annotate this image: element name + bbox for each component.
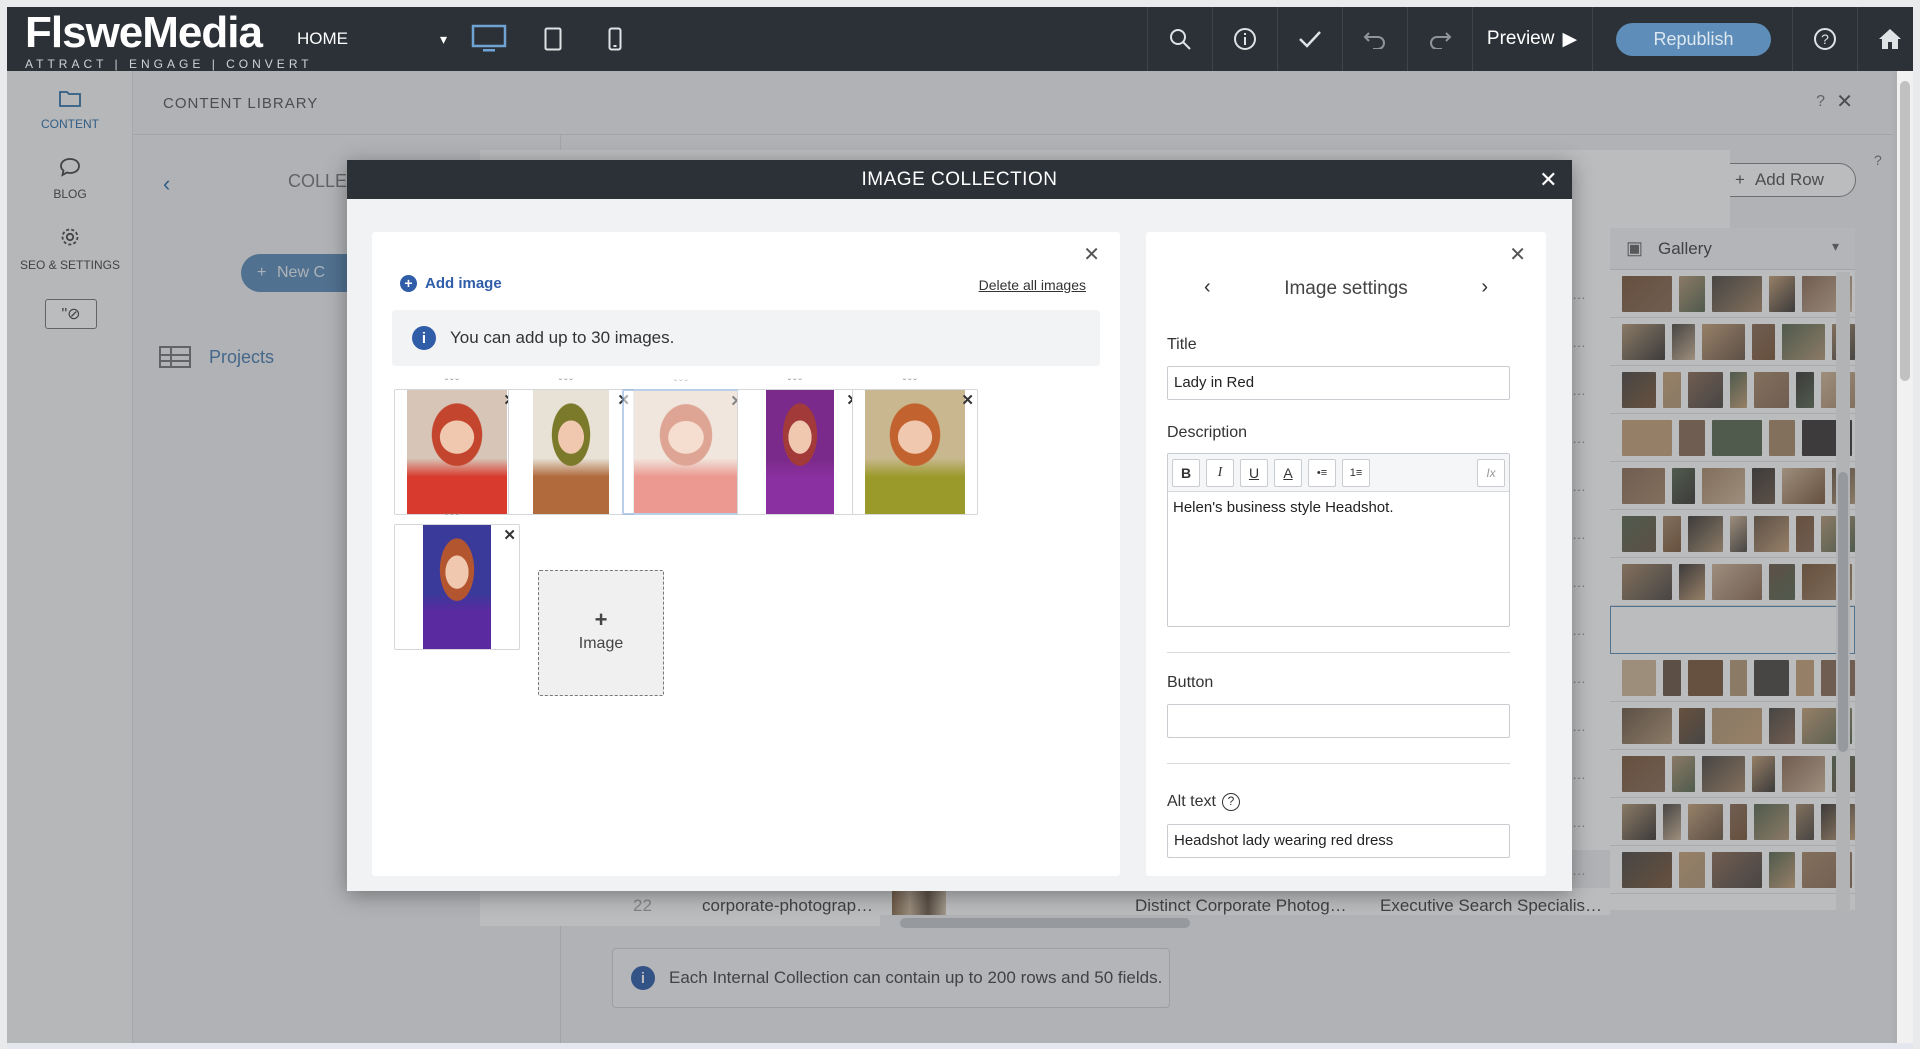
drag-handle-icon[interactable]: ˘˘˘ [559, 378, 575, 389]
image-thumbnail[interactable]: ✕˘˘˘ [394, 378, 520, 515]
description-editor[interactable]: B I U A •≡ 1≡ Ix Helen's business style … [1167, 453, 1510, 627]
drag-handle-icon[interactable]: ˘˘˘ [445, 513, 461, 524]
help-icon[interactable]: ? [1221, 793, 1240, 811]
image-limit-note: i You can add up to 30 images. [392, 310, 1100, 366]
clear-format-button[interactable]: Ix [1477, 459, 1505, 487]
chevron-down-icon: ▾ [439, 31, 447, 47]
undo-icon[interactable] [1343, 7, 1407, 71]
image-thumbnail[interactable]: ✕˘˘˘ [622, 379, 748, 515]
close-icon[interactable]: ✕ [1083, 242, 1100, 267]
text-color-button[interactable]: A [1274, 459, 1302, 487]
remove-image-icon[interactable]: ✕ [961, 391, 974, 409]
section-divider [1167, 652, 1510, 653]
plus-icon: + [594, 607, 608, 632]
underline-button[interactable]: U [1240, 459, 1268, 487]
alt-text-label: Alt text? [1167, 793, 1240, 811]
top-bar: FlsweMedia ATTRACT | ENGAGE | CONVERT HO… [7, 7, 1913, 71]
title-label: Title [1167, 336, 1197, 353]
button-label: Button [1167, 674, 1214, 691]
remove-image-icon[interactable]: ✕ [503, 526, 516, 544]
modal-title: IMAGE COLLECTION [861, 169, 1058, 190]
page-scrollbar[interactable] [1897, 71, 1913, 1043]
tablet-icon[interactable] [521, 7, 585, 71]
svg-text:?: ? [1821, 31, 1829, 47]
headshot-photo [766, 390, 834, 514]
image-thumbnail[interactable]: ✕ ˘˘˘ [852, 378, 978, 515]
headshot-photo [634, 391, 738, 513]
image-limit-text: You can add up to 30 images. [450, 328, 675, 347]
republish-button[interactable]: Republish [1616, 23, 1771, 56]
close-icon[interactable]: ✕ [1509, 242, 1526, 267]
drag-handle-icon[interactable]: ˘˘˘ [445, 378, 461, 389]
mobile-icon[interactable] [583, 7, 647, 71]
bold-button[interactable]: B [1172, 459, 1200, 487]
editor-toolbar: B I U A •≡ 1≡ Ix [1168, 454, 1509, 492]
plus-circle-icon: + [400, 275, 417, 292]
numbered-list-button[interactable]: 1≡ [1342, 459, 1370, 487]
italic-button[interactable]: I [1206, 459, 1234, 487]
preview-button[interactable]: Preview ▶ [1477, 7, 1587, 71]
logo-tagline: ATTRACT | ENGAGE | CONVERT [25, 57, 313, 71]
bullet-list-button[interactable]: •≡ [1308, 459, 1336, 487]
home-icon[interactable] [1858, 7, 1920, 71]
toolbar-divider [1592, 7, 1593, 71]
description-label: Description [1167, 424, 1248, 441]
headshot-photo [407, 390, 507, 514]
add-image-tile[interactable]: + Image [538, 570, 664, 696]
drag-handle-icon[interactable]: ˘˘˘ [674, 379, 690, 390]
image-thumbnail[interactable]: ✕ ˘˘˘ [394, 513, 520, 650]
toolbar-divider [1472, 7, 1473, 71]
page-select-value: HOME [297, 29, 348, 48]
drag-handle-icon[interactable]: ˘˘˘ [788, 378, 804, 389]
play-icon: ▶ [1562, 28, 1578, 50]
preview-label: Preview [1486, 28, 1555, 49]
info-icon: i [412, 326, 436, 350]
logo-name: FlsweMedia [25, 8, 263, 57]
logo[interactable]: FlsweMedia ATTRACT | ENGAGE | CONVERT [25, 8, 313, 72]
desktop-icon[interactable] [457, 7, 521, 71]
image-list-card: ✕ + Add image Delete all images i You ca… [372, 232, 1120, 876]
add-image-link[interactable]: + Add image [400, 275, 502, 292]
page-select[interactable]: HOME ▾ [297, 25, 447, 53]
modal-header: IMAGE COLLECTION ✕ [347, 160, 1572, 199]
section-divider [1167, 763, 1510, 764]
button-input[interactable] [1167, 704, 1510, 738]
chevron-right-icon[interactable]: › [1481, 276, 1488, 299]
info-icon[interactable] [1213, 7, 1277, 71]
check-icon[interactable] [1278, 7, 1342, 71]
image-collection-modal: IMAGE COLLECTION ✕ ✕ + Add image Delete … [347, 160, 1572, 891]
add-image-tile-label: Image [578, 635, 624, 652]
title-input[interactable]: Lady in Red [1167, 366, 1510, 400]
close-icon[interactable]: ✕ [1539, 160, 1558, 199]
image-thumbnail[interactable]: ✕˘˘˘ [508, 378, 634, 515]
headshot-photo [423, 525, 491, 649]
drag-handle-icon[interactable]: ˘˘˘ [903, 378, 919, 389]
search-icon[interactable] [1148, 7, 1212, 71]
image-thumbnail[interactable]: ✕˘˘˘ [737, 378, 863, 515]
headshot-photo [533, 390, 609, 514]
delete-all-images-link[interactable]: Delete all images [979, 277, 1086, 293]
headshot-photo [865, 390, 965, 514]
alt-text-label-text: Alt text [1167, 793, 1216, 811]
image-settings-card: ✕ ‹ Image settings › Title Lady in Red D… [1146, 232, 1546, 876]
add-image-label: Add image [425, 275, 502, 292]
redo-icon[interactable] [1408, 7, 1472, 71]
bottom-strip [7, 1043, 1913, 1049]
help-icon[interactable]: ? [1793, 7, 1857, 71]
description-text: Helen's business style Headshot. [1173, 499, 1394, 516]
alt-text-input[interactable]: Headshot lady wearing red dress [1167, 824, 1510, 858]
